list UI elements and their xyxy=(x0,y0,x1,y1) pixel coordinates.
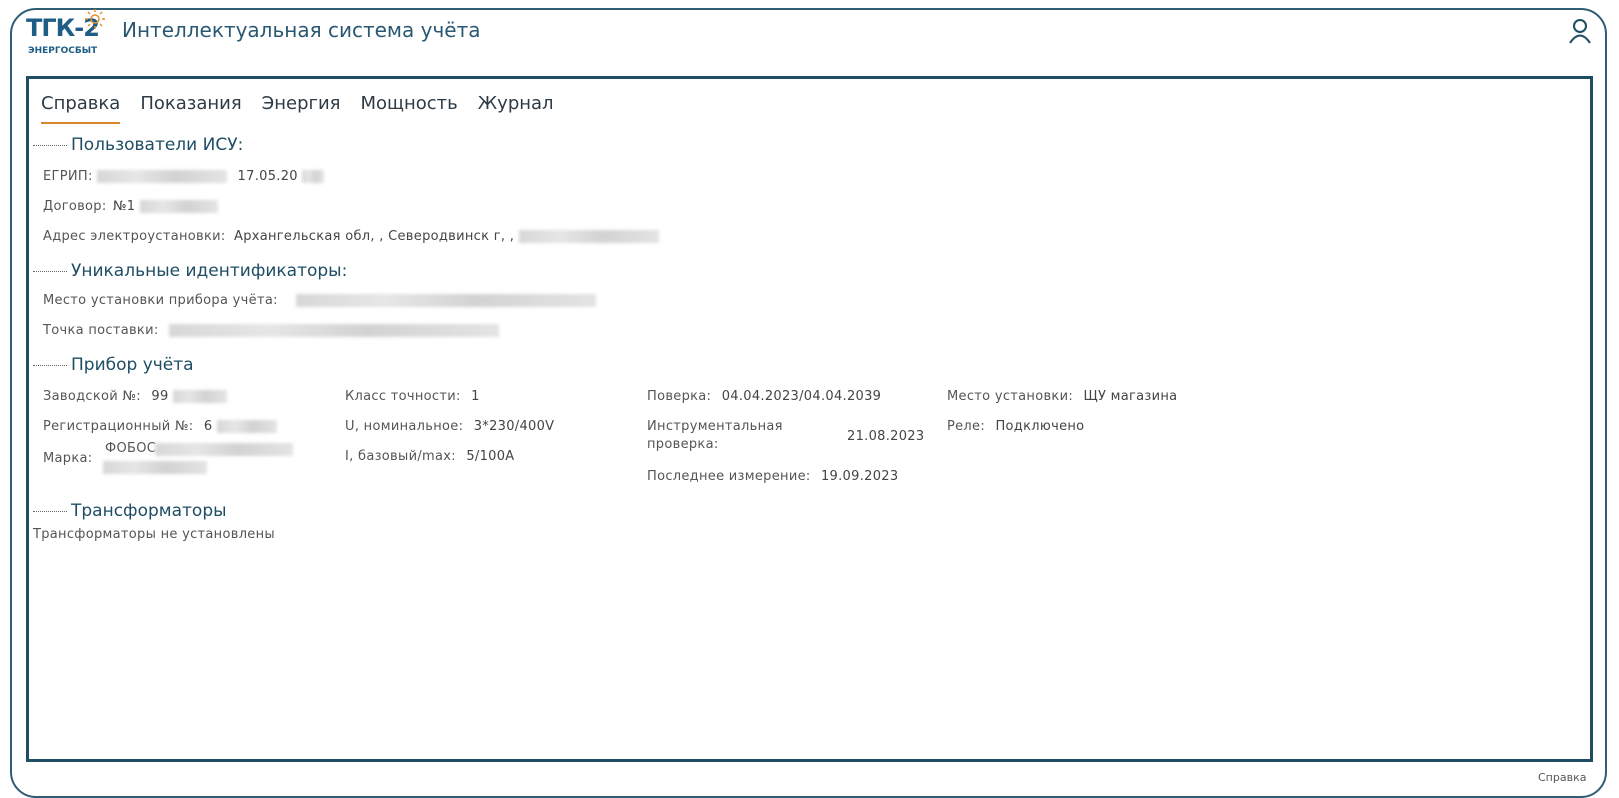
relay-label: Реле: xyxy=(947,419,986,434)
tab-power[interactable]: Мощность xyxy=(361,93,458,124)
install-place-row: Место установки прибора учёта: xyxy=(43,293,597,308)
user-icon[interactable] xyxy=(1568,18,1592,44)
section-users-title: Пользователи ИСУ: xyxy=(71,135,244,155)
section-meter-title: Прибор учёта xyxy=(71,355,194,375)
install-place-label: Место установки прибора учёта: xyxy=(43,293,278,308)
redacted-value xyxy=(97,170,228,183)
egrip-value: 17.05.20 xyxy=(237,169,298,184)
current-label: I, базовый/max: xyxy=(345,449,456,464)
redacted-value xyxy=(216,420,277,433)
address-value: Архангельская обл, , Северодвинск г, , xyxy=(234,229,515,244)
address-row: Адрес электроустановки: Архангельская об… xyxy=(43,229,659,244)
last-measure-value: 19.09.2023 xyxy=(820,469,899,484)
logo-subtext: ЭНЕРГОСБЫТ xyxy=(28,46,98,56)
reg-label: Регистрационный №: xyxy=(43,419,194,434)
last-measure-row: Последнее измерение: 19.09.2023 xyxy=(647,469,898,484)
check-label: Поверка: xyxy=(647,389,712,404)
install-location-row: Место установки: ЩУ магазина xyxy=(947,389,1177,404)
install-location-label: Место установки: xyxy=(947,389,1073,404)
instrumental-check-label-1: Инструментальная xyxy=(647,419,783,434)
main-panel: Справка Показания Энергия Мощность Журна… xyxy=(26,76,1593,762)
section-transformers: Трансформаторы xyxy=(33,501,227,521)
serial-label: Заводской №: xyxy=(43,389,141,404)
redacted-value xyxy=(168,324,499,337)
redacted-value xyxy=(172,390,227,403)
supply-point-label: Точка поставки: xyxy=(43,323,159,338)
tab-readings[interactable]: Показания xyxy=(140,93,241,124)
relay-value: Подключено xyxy=(995,419,1085,434)
supply-point-row: Точка поставки: xyxy=(43,323,499,338)
check-value: 04.04.2023/04.04.2039 xyxy=(721,389,882,404)
contract-label: Договор: xyxy=(43,199,107,214)
egrip-label: ЕГРИП: xyxy=(43,169,93,184)
app-title: Интеллектуальная система учёта xyxy=(122,18,481,42)
logo: ТГК-2 ЭНЕРГОСБЫТ xyxy=(26,9,108,60)
serial-value: 99 xyxy=(151,389,169,404)
address-label: Адрес электроустановки: xyxy=(43,229,226,244)
accuracy-label: Класс точности: xyxy=(345,389,461,404)
redacted-value xyxy=(296,294,597,307)
instrumental-check-value: 21.08.2023 xyxy=(847,429,925,444)
sun-icon xyxy=(85,9,105,29)
voltage-label: U, номинальное: xyxy=(345,419,464,434)
contract-value: №1 xyxy=(112,199,136,214)
voltage-value: 3*230/400V xyxy=(473,419,555,434)
reg-value: 6 xyxy=(203,419,213,434)
tab-journal[interactable]: Журнал xyxy=(478,93,554,124)
section-ids: Уникальные идентификаторы: xyxy=(33,261,347,281)
egrip-row: ЕГРИП: 17.05.20 xyxy=(43,169,325,184)
reg-row: Регистрационный №: 6 xyxy=(43,419,277,434)
transformers-text: Трансформаторы не установлены xyxy=(33,527,275,542)
brand-label: Марка: xyxy=(43,451,93,466)
voltage-row: U, номинальное: 3*230/400V xyxy=(345,419,554,434)
section-transformers-title: Трансформаторы xyxy=(71,501,227,521)
instrumental-check-row: Инструментальная проверка: 21.08.2023 xyxy=(647,419,937,455)
tab-help[interactable]: Справка xyxy=(41,93,121,124)
redacted-value xyxy=(302,170,325,183)
tab-energy[interactable]: Энергия xyxy=(262,93,341,124)
tab-bar: Справка Показания Энергия Мощность Журна… xyxy=(41,93,554,124)
current-row: I, базовый/max: 5/100A xyxy=(345,449,515,464)
accuracy-row: Класс точности: 1 xyxy=(345,389,480,404)
last-measure-label: Последнее измерение: xyxy=(647,469,811,484)
help-link[interactable]: Справка xyxy=(1538,771,1586,784)
section-ids-title: Уникальные идентификаторы: xyxy=(71,261,348,281)
redacted-value xyxy=(139,200,218,213)
accuracy-value: 1 xyxy=(471,389,480,404)
serial-row: Заводской №: 99 xyxy=(43,389,227,404)
redacted-value xyxy=(103,461,207,474)
brand-value: ФОБОС xyxy=(105,441,157,456)
check-row: Поверка: 04.04.2023/04.04.2039 xyxy=(647,389,881,404)
current-value: 5/100A xyxy=(466,449,515,464)
section-meter: Прибор учёта xyxy=(33,355,194,375)
relay-row: Реле: Подключено xyxy=(947,419,1084,434)
section-users: Пользователи ИСУ: xyxy=(33,135,243,155)
install-location-value: ЩУ магазина xyxy=(1083,389,1178,404)
instrumental-check-label-2: проверка: xyxy=(647,437,719,452)
redacted-value xyxy=(155,443,293,456)
contract-row: Договор: №1 xyxy=(43,199,218,214)
redacted-value xyxy=(518,230,659,243)
